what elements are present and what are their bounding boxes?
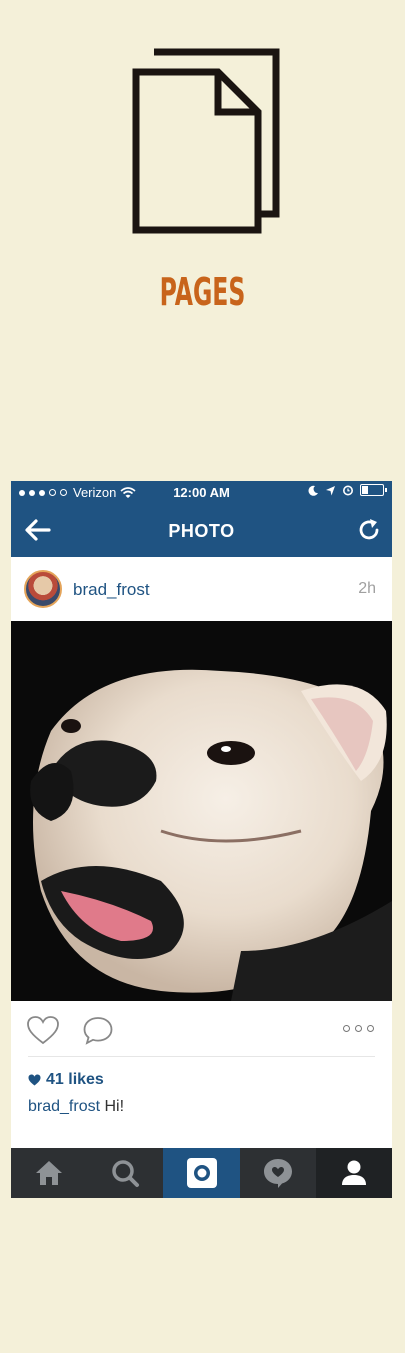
battery-icon — [360, 484, 387, 496]
nav-bar: PHOTO — [11, 503, 392, 557]
post-username[interactable]: brad_frost — [73, 580, 150, 600]
tab-profile[interactable] — [315, 1148, 392, 1198]
page-title: PAGES — [159, 270, 246, 314]
nav-title: PHOTO — [168, 521, 235, 541]
home-icon — [36, 1161, 63, 1185]
refresh-icon[interactable] — [356, 517, 382, 543]
likes-count[interactable]: 41 likes — [28, 1071, 104, 1089]
search-icon — [112, 1160, 140, 1187]
activity-icon — [263, 1159, 292, 1188]
more-options-icon[interactable] — [343, 1025, 374, 1032]
moon-icon — [308, 485, 318, 496]
caption-username[interactable]: brad_frost — [28, 1098, 100, 1115]
tab-search[interactable] — [87, 1148, 163, 1198]
phone-screen: Verizon 12:00 AM PHOTO brad_frost 2h 41 … — [11, 481, 392, 1198]
tab-bar — [11, 1148, 392, 1198]
small-heart-icon — [28, 1074, 41, 1086]
avatar[interactable] — [24, 570, 62, 608]
likes-label: 41 likes — [46, 1071, 104, 1088]
comment-icon[interactable] — [82, 1015, 114, 1045]
location-icon — [326, 485, 335, 495]
tab-activity[interactable] — [240, 1148, 316, 1198]
actions-divider — [28, 1056, 375, 1057]
tab-camera[interactable] — [163, 1148, 240, 1198]
post-timestamp: 2h — [358, 580, 376, 597]
dog-photo-image — [11, 621, 392, 1001]
pages-icon — [132, 48, 280, 234]
post-actions — [11, 1001, 392, 1057]
status-bar: Verizon 12:00 AM — [11, 481, 392, 503]
post-header: brad_frost 2h — [11, 557, 392, 621]
status-icons — [308, 484, 387, 496]
alarm-icon — [343, 485, 353, 496]
like-heart-icon[interactable] — [26, 1015, 60, 1045]
post-photo[interactable] — [11, 621, 392, 1001]
tab-home[interactable] — [11, 1148, 87, 1198]
caption-text: Hi! — [104, 1098, 125, 1115]
post-caption: brad_frost Hi! — [28, 1098, 124, 1116]
profile-icon — [341, 1160, 366, 1185]
camera-icon — [186, 1158, 217, 1188]
